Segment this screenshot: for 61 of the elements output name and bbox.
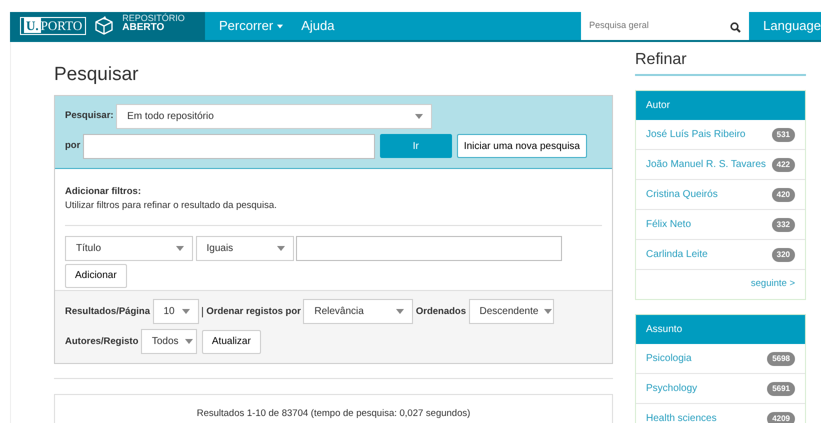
repository-logo-text: ABERTO (122, 23, 166, 33)
separator-text: | (201, 304, 204, 320)
results-summary: Resultados 1-10 de 83704 (tempo de pesquisa: 0,027 segundos) (196, 408, 470, 420)
facet-link[interactable]: Félix Neto (646, 217, 692, 232)
facet-link[interactable]: José Luís Pais Ribeiro (646, 127, 746, 142)
go-button[interactable]: Ir (380, 134, 452, 158)
sidebar-title: Refinar (635, 48, 806, 76)
facet-link[interactable]: Psychology (646, 381, 698, 396)
repository-logo-text: REPOSITÓRIO (122, 13, 185, 23)
filters-description: Utilizar filtros para refinar o resultado da pesquisa. (65, 199, 278, 214)
language-menu[interactable]: Language (749, 12, 821, 40)
scope-select[interactable]: Em todo repositório (116, 104, 432, 129)
caret-icon (184, 339, 193, 344)
caret-icon (276, 246, 284, 252)
filters-title: Adicionar filtros: (65, 184, 142, 199)
count-badge: 420 (772, 188, 795, 202)
field-label: Ordenados (416, 304, 466, 319)
caret-icon (415, 114, 424, 119)
query-field[interactable] (82, 134, 375, 159)
field-label: Pesquisar: (65, 109, 114, 124)
search-field[interactable]: Pesquisa geral (581, 12, 750, 40)
count-badge: 531 (772, 128, 795, 142)
facet-link[interactable]: Health sciences (646, 411, 717, 423)
filter-value-field[interactable] (296, 236, 562, 262)
caret-icon (182, 309, 190, 314)
count-badge: 4209 (767, 412, 795, 423)
operator-select[interactable]: Iguais (196, 236, 294, 262)
search-icon[interactable] (730, 22, 742, 33)
facet-link[interactable]: Psicologia (646, 351, 692, 366)
field-select[interactable]: Título (65, 236, 193, 262)
results-per-page-select[interactable]: 10 (152, 299, 198, 324)
facet-header: Assunto (636, 315, 805, 344)
facet-link[interactable]: Carlinda Leite (646, 247, 708, 262)
facet-link[interactable]: Cristina Queirós (646, 187, 718, 202)
count-badge: 5698 (767, 352, 795, 366)
count-badge: 320 (772, 248, 795, 262)
nav-menu-link[interactable]: Percorrer (210, 12, 292, 40)
order-select[interactable]: Descendente (468, 299, 554, 324)
field-label: por (65, 139, 80, 154)
sort-select[interactable]: Relevância (303, 299, 414, 324)
count-badge: 422 (772, 158, 795, 172)
caret-icon (176, 246, 184, 252)
add-filter-button[interactable]: Adicionar (65, 264, 127, 288)
university-logo[interactable]: U.PORTO (20, 17, 86, 35)
facet-link[interactable]: João Manuel R. S. Tavares (646, 157, 766, 172)
count-badge: 5691 (767, 382, 795, 396)
nav-menu-link[interactable]: Ajuda (292, 12, 344, 40)
caret-icon (396, 309, 404, 314)
count-badge: 332 (772, 218, 795, 232)
field-label: Autores/Registo (65, 334, 138, 349)
facet-header: Autor (636, 91, 805, 120)
field-label: Ordenar registos por (206, 304, 301, 319)
field-label: Resultados/Página (65, 304, 150, 319)
caret-icon (277, 24, 284, 28)
new-search-button[interactable]: Iniciar uma nova pesquisa (456, 134, 587, 158)
page-title: Pesquisar (54, 64, 140, 87)
authors-select[interactable]: Todos (140, 329, 197, 354)
next-link[interactable]: seguinte > (750, 277, 795, 292)
update-button[interactable]: Atualizar (202, 330, 261, 354)
box-logo-icon (94, 16, 114, 36)
caret-icon (544, 309, 552, 314)
